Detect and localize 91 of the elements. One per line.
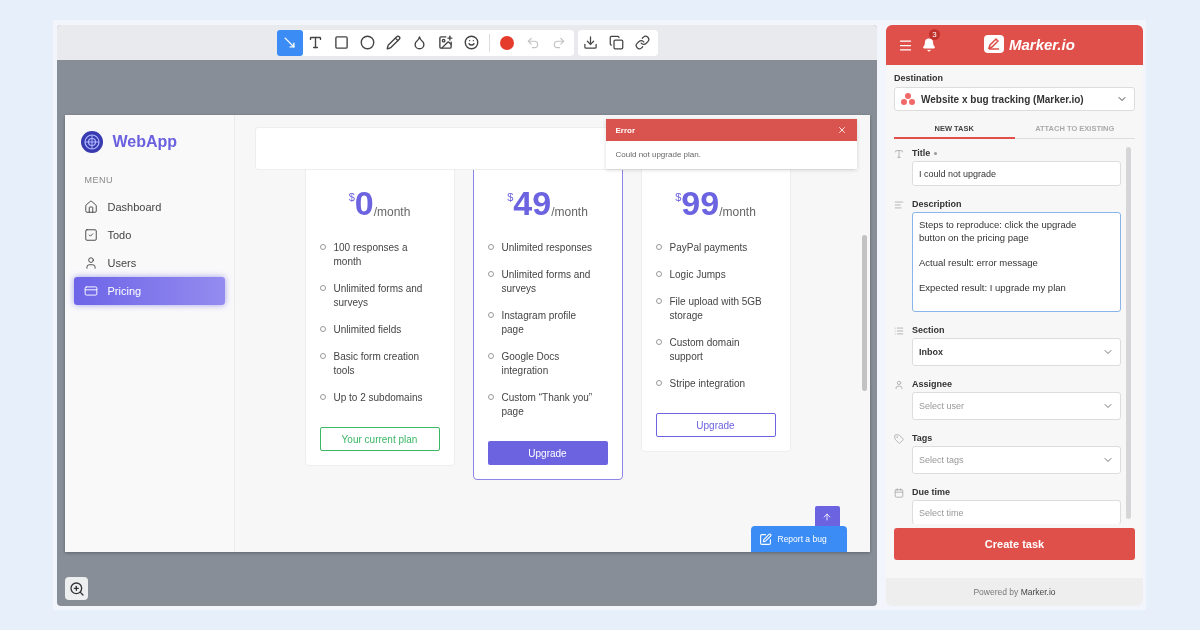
- required-dot-icon: [934, 152, 938, 156]
- feature-text: Custom domain support: [669, 336, 741, 364]
- report-bug-button[interactable]: Report a bug: [750, 526, 847, 552]
- create-task-button[interactable]: Create task: [894, 528, 1135, 560]
- price-amount: 99: [681, 187, 720, 219]
- brand-name: Marker.io: [1009, 35, 1075, 53]
- calendar-icon: [894, 488, 904, 498]
- redo-icon: [551, 35, 566, 50]
- smiley-icon: [464, 35, 479, 50]
- menu-icon[interactable]: [898, 37, 913, 53]
- description-field[interactable]: Steps to reproduce: click the upgrade button on the pricing page Actual result: error message Expected result: I upgrade my plan: [912, 212, 1121, 312]
- circle-icon: [360, 35, 375, 50]
- powered-by-text: Powered by Marker.io: [973, 587, 1056, 597]
- nav-item[interactable]: Dashboard: [73, 193, 225, 221]
- copy-icon: [609, 35, 624, 50]
- feature-text: Stripe integration: [669, 377, 746, 391]
- field-label: Section: [912, 325, 946, 335]
- nav-item[interactable]: Todo: [73, 221, 225, 249]
- field-label: Destination: [894, 73, 944, 83]
- scroll-top-button[interactable]: [814, 506, 840, 528]
- feature-text: 100 responses a month: [333, 241, 409, 269]
- close-icon[interactable]: [836, 125, 847, 135]
- lines-icon: [894, 200, 904, 210]
- price-amount: 0: [354, 187, 374, 219]
- scrollbar[interactable]: [861, 235, 867, 391]
- currency-sign: $: [675, 191, 682, 203]
- price-period: /month: [551, 205, 588, 219]
- currency-sign: $: [348, 191, 355, 203]
- feature-text: Custom “Thank you” page: [501, 391, 594, 419]
- price-period: /month: [719, 205, 756, 219]
- toast-message: Could not upgrade plan.: [614, 149, 702, 161]
- text-icon: [308, 35, 323, 50]
- zoom-in-icon: [68, 580, 85, 597]
- scrollbar[interactable]: [1126, 147, 1131, 519]
- feature-text: Google Docs integration: [501, 350, 561, 378]
- select-field[interactable]: Select tags: [912, 446, 1121, 474]
- arrow-icon: [282, 35, 297, 50]
- input-field[interactable]: I could not upgrade: [912, 161, 1121, 186]
- notification-badge: 3: [929, 29, 940, 40]
- field-label: Description: [912, 199, 963, 209]
- download-icon: [583, 35, 598, 50]
- app-logo: WebApp: [112, 133, 178, 151]
- pen-icon: [758, 532, 772, 546]
- house-icon: [83, 200, 98, 214]
- feature-text: Unlimited fields: [333, 323, 402, 337]
- undo-icon: [525, 35, 540, 50]
- person-icon: [83, 256, 98, 270]
- feature-text: Basic form creation tools: [333, 350, 421, 378]
- feature-text: Unlimited responses: [501, 241, 593, 255]
- upgrade-button[interactable]: Upgrade: [655, 413, 776, 437]
- pencil-icon: [386, 35, 401, 50]
- field-label: Title: [912, 148, 1121, 158]
- input-field[interactable]: Select time: [912, 500, 1121, 524]
- card-icon: [83, 284, 98, 298]
- feature-text: File upload with 5GB storage: [669, 295, 763, 323]
- menu-heading: MENU: [83, 175, 114, 185]
- select-field[interactable]: Select user: [912, 392, 1121, 420]
- checkbox-icon: [83, 228, 98, 242]
- field-label: Assignee: [912, 379, 954, 389]
- dots-icon: [901, 93, 915, 105]
- image-icon: [438, 35, 453, 50]
- feature-text: Unlimited forms and surveys: [501, 268, 592, 296]
- pen-logo-icon: [984, 35, 1004, 53]
- field-label: Due time: [912, 487, 951, 497]
- feature-text: Instagram profile page: [501, 309, 577, 337]
- text-icon: [894, 149, 904, 159]
- currency-sign: $: [507, 191, 514, 203]
- price-period: /month: [373, 205, 411, 219]
- arrow-up-icon: [822, 512, 832, 522]
- link-icon: [635, 35, 650, 50]
- person-icon: [894, 380, 904, 390]
- toast-title: Error: [615, 125, 636, 135]
- field-label: Tags: [912, 433, 934, 443]
- bell-icon[interactable]: [922, 38, 936, 52]
- logo-icon: [80, 131, 103, 153]
- feature-text: PayPal payments: [669, 241, 748, 255]
- square-icon: [334, 35, 349, 50]
- current-plan-button[interactable]: Your current plan: [319, 427, 440, 451]
- feature-text: Logic Jumps: [669, 268, 726, 282]
- list-icon: [894, 326, 904, 336]
- feature-text: Up to 2 subdomains: [333, 391, 423, 405]
- nav-item[interactable]: Users: [73, 249, 225, 277]
- destination-select[interactable]: Website x bug tracking (Marker.io): [894, 87, 1135, 111]
- upgrade-button[interactable]: Upgrade: [487, 441, 608, 465]
- zoom-in-button[interactable]: [65, 577, 88, 600]
- tag-icon: [894, 434, 904, 444]
- price-amount: 49: [513, 187, 552, 219]
- drop-icon: [412, 35, 427, 50]
- select-field[interactable]: Inbox: [912, 338, 1121, 366]
- feature-text: Unlimited forms and surveys: [333, 282, 424, 310]
- nav-item[interactable]: Pricing: [73, 277, 225, 305]
